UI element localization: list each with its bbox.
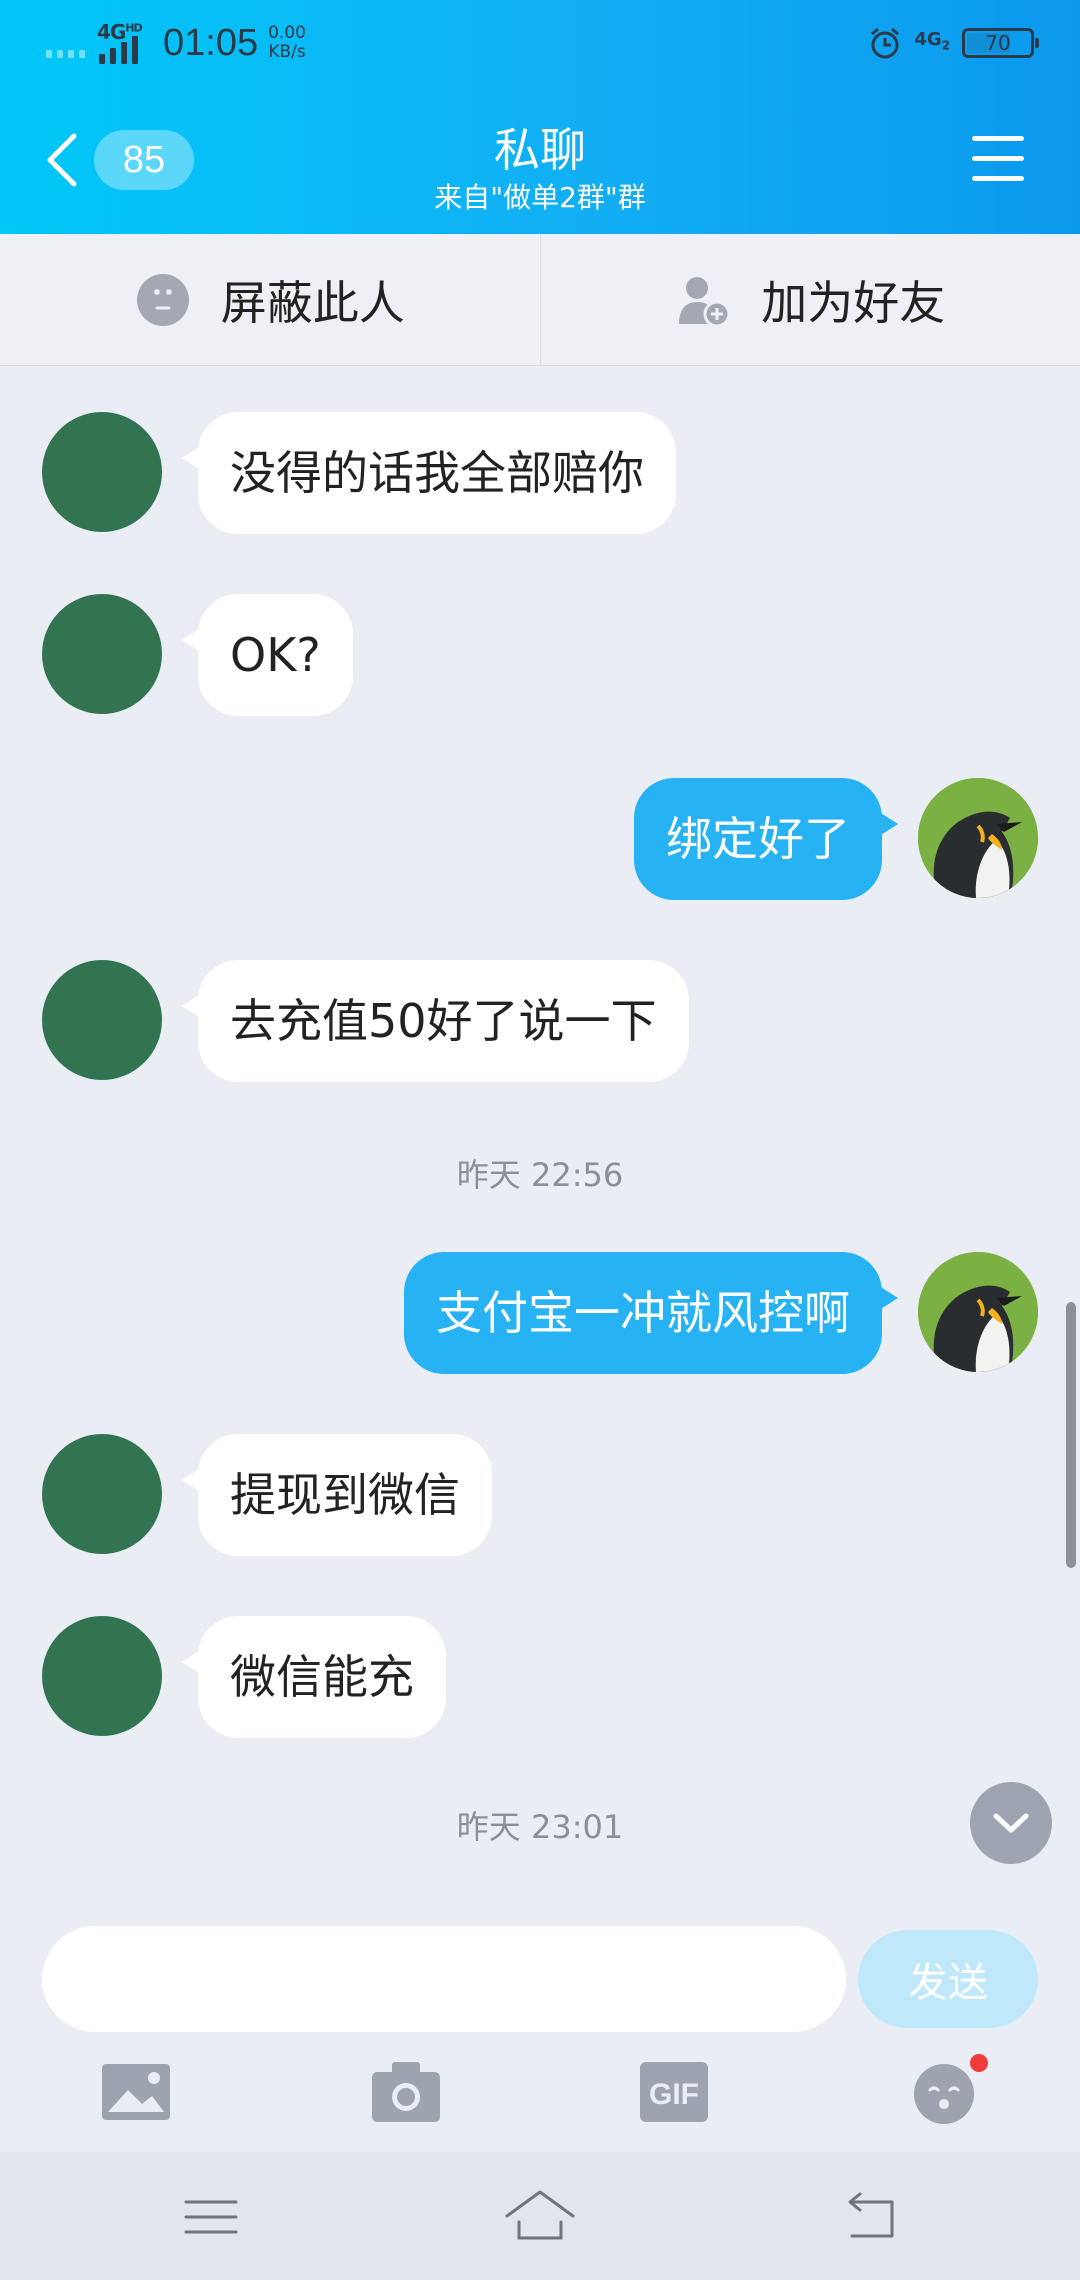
add-friend-button[interactable]: 加为好友	[539, 234, 1080, 365]
message-row: 没得的话我全部赔你	[0, 412, 1080, 536]
camera-icon	[372, 2062, 440, 2122]
speed-unit: KB/s	[268, 42, 306, 62]
menu-nav-icon	[184, 2200, 238, 2234]
emoji-icon	[914, 2064, 974, 2124]
message-row: OK?	[0, 594, 1080, 718]
add-friend-icon	[679, 276, 731, 327]
sender-avatar[interactable]	[42, 960, 162, 1080]
new-indicator-badge	[970, 2054, 988, 2072]
header-bar: 4GHD 01:05 0.00 KB/s 4G2 70 85 私聊 来自"做单2…	[0, 0, 1080, 234]
block-user-label: 屏蔽此人	[220, 275, 405, 330]
incoming-message-bubble[interactable]: 提现到微信	[182, 1434, 492, 1556]
gif-icon: GIF	[640, 2062, 708, 2122]
chat-scrollbar[interactable]	[1066, 1302, 1076, 1568]
message-timestamp: 昨天 23:01	[456, 1808, 624, 1846]
menu-icon[interactable]	[972, 136, 1024, 182]
image-button[interactable]	[98, 2058, 174, 2126]
status-left: 4GHD 01:05 0.00 KB/s	[46, 18, 306, 68]
gif-button[interactable]: GIF	[636, 2058, 712, 2126]
network2-sim: 2	[941, 38, 950, 53]
outgoing-message-bubble[interactable]: 绑定好了	[634, 778, 898, 900]
incoming-message-bubble[interactable]: 没得的话我全部赔你	[182, 412, 676, 534]
home-nav-button[interactable]	[503, 2180, 577, 2254]
input-toolbar: GIF	[0, 2040, 1080, 2152]
message-input[interactable]	[42, 1926, 846, 2032]
emoji-button[interactable]	[906, 2054, 988, 2126]
my-avatar[interactable]	[918, 778, 1038, 898]
signal-strong-icon	[99, 34, 138, 64]
camera-button[interactable]	[368, 2058, 444, 2126]
sender-avatar[interactable]	[42, 594, 162, 714]
message-row: 微信能充	[0, 1616, 1080, 1740]
action-bar: 屏蔽此人 加为好友	[0, 234, 1080, 366]
send-button[interactable]: 发送	[858, 1930, 1038, 2028]
my-avatar[interactable]	[918, 1252, 1038, 1372]
network-hd: HD	[125, 21, 142, 35]
block-user-button[interactable]: 屏蔽此人	[0, 234, 540, 365]
incoming-message-bubble[interactable]: 微信能充	[182, 1616, 446, 1738]
network-indicator-2: 4G2	[914, 31, 950, 55]
sender-avatar[interactable]	[42, 412, 162, 532]
battery-icon: 70	[962, 28, 1039, 58]
network-indicator: 4GHD	[97, 20, 153, 66]
incoming-message-bubble[interactable]: 去充值50好了说一下	[182, 960, 689, 1082]
penguin-avatar-icon	[918, 778, 1038, 898]
composer-bar: 发送	[0, 1890, 1080, 2040]
signal-icon	[46, 28, 85, 58]
chevron-down-icon	[993, 1813, 1029, 1833]
title-bar: 85 私聊 来自"做单2群"群	[0, 100, 1080, 234]
menu-nav-button[interactable]	[174, 2180, 248, 2254]
home-nav-icon	[505, 2190, 575, 2240]
system-nav-bar	[0, 2152, 1080, 2280]
block-icon	[136, 273, 189, 326]
add-friend-label: 加为好友	[761, 275, 946, 330]
message-row: 支付宝一冲就风控啊	[0, 1252, 1080, 1376]
scroll-to-bottom-button[interactable]	[970, 1782, 1052, 1864]
speed-value: 0.00	[268, 23, 306, 43]
sender-avatar[interactable]	[42, 1434, 162, 1554]
network-speed: 0.00 KB/s	[268, 24, 306, 62]
gif-label: GIF	[649, 2078, 699, 2111]
back-nav-button[interactable]	[832, 2180, 906, 2254]
penguin-avatar-icon	[918, 1252, 1038, 1372]
status-right: 4G2 70	[868, 20, 1039, 66]
chat-title: 私聊	[494, 123, 586, 177]
alarm-icon	[871, 27, 900, 59]
outgoing-message-bubble[interactable]: 支付宝一冲就风控啊	[404, 1252, 898, 1374]
chat-message-list[interactable]: 没得的话我全部赔你 OK? 绑定好了 去充值50好了说一下 昨天 22:56 支…	[0, 366, 1080, 1890]
status-bar: 4GHD 01:05 0.00 KB/s 4G2 70	[0, 0, 1080, 84]
battery-percent: 70	[985, 31, 1011, 55]
incoming-message-bubble[interactable]: OK?	[182, 594, 353, 716]
message-row: 绑定好了	[0, 778, 1080, 902]
sender-avatar[interactable]	[42, 1616, 162, 1736]
chat-subtitle: 来自"做单2群"群	[434, 181, 646, 214]
image-icon	[102, 2064, 170, 2120]
back-nav-icon	[848, 2192, 894, 2238]
message-row: 去充值50好了说一下	[0, 960, 1080, 1084]
status-time: 01:05	[163, 21, 259, 64]
network2-type: 4G	[914, 29, 942, 51]
message-timestamp: 昨天 22:56	[456, 1156, 624, 1194]
message-row: 提现到微信	[0, 1434, 1080, 1558]
